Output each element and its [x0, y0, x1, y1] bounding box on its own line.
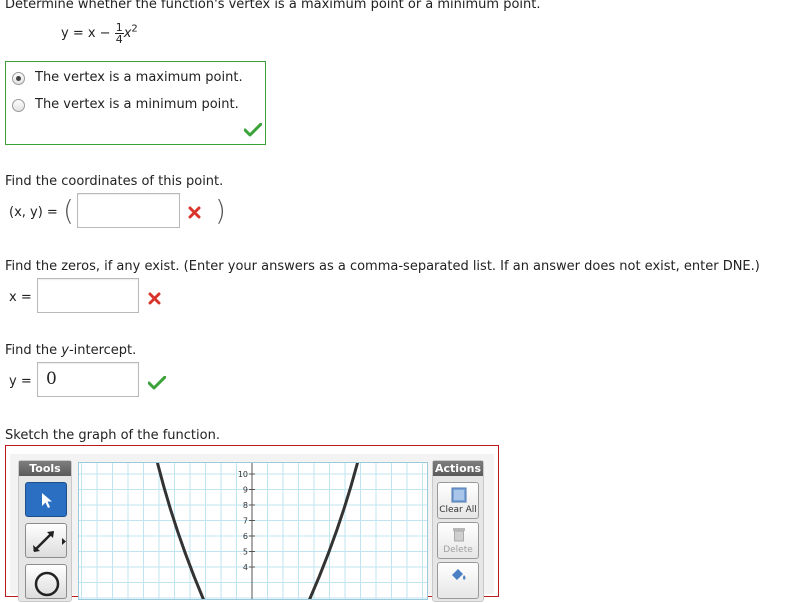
line-tool-button[interactable] [25, 523, 67, 558]
delete-label: Delete [443, 545, 473, 555]
actions-title: Actions [433, 461, 483, 476]
vertex-question-prompt: Determine whether the function's vertex … [5, 0, 541, 12]
fill-icon [452, 569, 466, 580]
arrow-pointer-icon [42, 493, 52, 508]
cross-icon [188, 206, 201, 219]
y-tick-label: 9 [243, 486, 248, 495]
actions-panel: Actions Clear All Delete [432, 460, 484, 602]
y-intercept-prompt-var: y [61, 343, 69, 358]
sketch-prompt: Sketch the graph of the function. [5, 428, 220, 443]
circle-tool-button[interactable] [25, 564, 67, 599]
y-tick-label: 5 [243, 548, 248, 557]
delete-button[interactable]: Delete [437, 522, 479, 559]
y-intercept-prompt-post: -intercept. [68, 343, 137, 358]
coordinates-label: (x, y) = [9, 205, 58, 220]
y-tick-label: 4 [243, 563, 248, 572]
sketched-curve-right [306, 460, 360, 603]
y-tick-label: 10 [238, 470, 248, 479]
tools-panel: Tools [18, 460, 72, 602]
option-maximum-label[interactable]: The vertex is a maximum point. [35, 70, 243, 85]
select-tool-button[interactable] [25, 482, 67, 517]
clear-all-button[interactable]: Clear All [437, 482, 479, 519]
line-tool-icon [33, 531, 54, 552]
option-minimum-label[interactable]: The vertex is a minimum point. [35, 97, 239, 112]
fill-button[interactable] [437, 562, 479, 599]
graph-plot-area[interactable]: 10 9 8 7 6 5 4 [78, 460, 428, 603]
y-intercept-input[interactable]: 0 [37, 362, 139, 397]
zeros-label: x = [9, 290, 32, 305]
coordinates-prompt: Find the coordinates of this point. [5, 174, 224, 189]
tool-expand-icon[interactable] [62, 538, 66, 545]
open-paren: ( [63, 194, 74, 227]
graph-tool-frame: Tools 10 9 8 7 6 5 4 Actions Clear All D… [5, 445, 499, 603]
clear-all-icon [451, 487, 467, 503]
function-equation: y = x − 1 4 x2 [61, 22, 138, 52]
graph-canvas[interactable]: 10 9 8 7 6 5 4 [79, 460, 427, 603]
tools-title: Tools [19, 461, 71, 476]
y-intercept-prompt-pre: Find the [5, 343, 62, 358]
zeros-prompt: Find the zeros, if any exist. (Enter you… [5, 259, 760, 274]
close-paren: ) [215, 194, 226, 227]
trash-icon [453, 528, 465, 542]
sketched-curve-left [155, 460, 207, 603]
circle-tool-icon [34, 571, 60, 597]
radio-minimum[interactable] [12, 99, 25, 112]
check-icon [244, 123, 262, 137]
zeros-input[interactable] [37, 278, 139, 313]
y-intercept-label: y = [9, 374, 32, 389]
fraction-denominator: 4 [115, 33, 123, 46]
vertex-choice-group: The vertex is a maximum point. The verte… [5, 61, 266, 145]
cross-icon [148, 292, 161, 305]
y-tick-label: 6 [243, 532, 248, 541]
y-intercept-prompt: Find the y-intercept. [5, 343, 136, 358]
check-icon [148, 376, 166, 390]
y-tick-label: 8 [243, 501, 248, 510]
clear-all-label: Clear All [439, 505, 477, 515]
equation-exponent: 2 [131, 23, 138, 35]
equation-fraction: 1 4 [114, 22, 124, 46]
radio-maximum[interactable] [12, 72, 25, 85]
coordinates-input[interactable] [77, 193, 180, 228]
y-tick-label: 7 [243, 517, 248, 526]
equation-lhs: y = x − [61, 26, 111, 41]
